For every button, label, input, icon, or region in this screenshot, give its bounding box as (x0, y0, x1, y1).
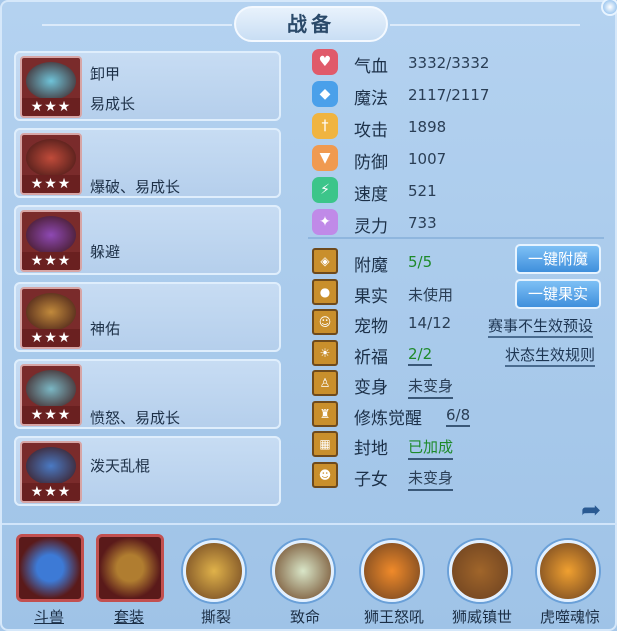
stat-name: 速度 (354, 185, 388, 205)
armor-icon: ▼ (312, 145, 338, 171)
equipment-art (26, 447, 76, 485)
enchant-icon: ◈ (312, 248, 338, 274)
equipment-art (26, 216, 76, 254)
status-rules-link[interactable]: 状态生效规则 (505, 344, 596, 367)
equipment-traits: 易成长 (90, 95, 136, 113)
feature-value[interactable]: 已加成 (408, 436, 454, 460)
star-rating: ★★★ (22, 329, 80, 347)
stat-name: 魔法 (354, 89, 388, 109)
stat-value: 1898 (408, 118, 447, 136)
skill-5-icon[interactable] (449, 540, 511, 602)
feature-value: 未使用 (408, 285, 454, 304)
equipment-icon: ★★★ (20, 210, 82, 272)
stat-name: 灵力 (354, 217, 388, 237)
equipment-icon: ★★★ (20, 287, 82, 349)
spirit-icon: ✦ (312, 209, 338, 235)
skill-label: 斗兽 (33, 608, 64, 626)
stat-value: 521 (408, 182, 437, 200)
skill-2-icon[interactable] (183, 540, 245, 602)
equipment-traits: 神佑 (90, 320, 121, 338)
skill-4-icon[interactable] (361, 540, 423, 602)
feature-name: 祈福 (354, 347, 388, 368)
tournament-preset-link[interactable]: 赛事不生效预设 (488, 315, 594, 338)
sword-icon: † (312, 113, 338, 139)
cultivation-icon: ♜ (312, 400, 338, 427)
stat-value: 733 (408, 214, 437, 232)
stats-divider (308, 237, 604, 239)
star-rating: ★★★ (22, 406, 80, 424)
feature-value[interactable]: 未变身 (408, 467, 454, 491)
feature-name: 子女 (354, 469, 388, 490)
blessing-icon: ☀ (312, 339, 338, 366)
stat-name: 攻击 (354, 121, 388, 141)
skill-label: 狮威镇世 (451, 608, 512, 626)
heart-icon: ♥ (312, 49, 338, 75)
skill-label: 套装 (113, 608, 144, 626)
star-rating: ★★★ (22, 175, 80, 193)
feature-name: 宠物 (354, 317, 388, 337)
equipment-slot[interactable]: ★★★ 神佑 (14, 282, 281, 352)
skill-1-icon[interactable] (96, 534, 164, 602)
skill-label: 致命 (289, 608, 320, 626)
equipment-traits: 躲避 (90, 243, 121, 261)
equipment-traits: 爆破、易成长 (90, 178, 181, 196)
skill-label: 撕裂 (200, 608, 231, 626)
equipment-art (26, 293, 76, 331)
feature-value[interactable]: 未变身 (408, 375, 454, 399)
share-icon[interactable]: ➦ (574, 496, 608, 524)
feature-value[interactable]: 2/2 (408, 345, 433, 366)
feature-name: 封地 (354, 439, 388, 459)
stat-name: 防御 (354, 153, 388, 173)
feature-name: 果实 (354, 286, 388, 307)
stat-value: 2117/2117 (408, 86, 490, 104)
speed-icon: ⚡ (312, 177, 338, 203)
equipment-art (26, 62, 76, 100)
title-divider-left (42, 24, 232, 26)
star-rating: ★★★ (22, 483, 80, 501)
star-rating: ★★★ (22, 252, 80, 270)
equipment-art (26, 139, 76, 177)
feature-value[interactable]: 6/8 (446, 406, 471, 427)
equipment-slot[interactable]: ★★★ 卸甲易成长 (14, 51, 281, 121)
skill-bar-divider (2, 523, 617, 525)
equipment-icon: ★★★ (20, 441, 82, 503)
pet-icon: ☺ (312, 309, 338, 335)
fief-icon: ▦ (312, 431, 338, 457)
page-title: 战备 (234, 6, 388, 42)
equipment-traits: 愤怒、易成长 (90, 409, 181, 427)
feature-value: 5/5 (408, 253, 433, 271)
equipment-icon: ★★★ (20, 133, 82, 195)
transform-icon: ♙ (312, 370, 338, 396)
equipment-slot[interactable]: ★★★ 躲避 (14, 205, 281, 275)
stat-name: 气血 (354, 57, 388, 77)
title-divider-right (390, 24, 580, 26)
feature-name: 变身 (354, 378, 388, 398)
one-click-fruit-button[interactable]: 一键果实 (515, 279, 601, 309)
feature-name: 修炼觉醒 (354, 408, 422, 429)
skill-0-icon[interactable] (16, 534, 84, 602)
battle-prep-panel: 战备 ★★★ 卸甲 易成长 ★★★ 爆破、易成长 ★★★ 躲避 ★★★ 神佑 ★★★ 愤怒、易成长 ★… (0, 0, 617, 631)
stat-value: 1007 (408, 150, 447, 168)
equipment-slot[interactable]: ★★★ 泼天乱棍 (14, 436, 281, 506)
equipment-name: 泼天乱棍 (90, 457, 151, 475)
feature-name: 附魔 (354, 256, 388, 276)
equipment-art (26, 370, 76, 408)
skill-label: 狮王怒吼 (363, 608, 424, 626)
equipment-icon: ★★★ (20, 364, 82, 426)
corner-gem-icon (601, 0, 617, 16)
star-rating: ★★★ (22, 98, 80, 116)
skill-3-icon[interactable] (272, 540, 334, 602)
feature-value: 14/12 (408, 314, 452, 332)
one-click-enchant-button[interactable]: 一键附魔 (515, 244, 601, 274)
fruit-icon: ● (312, 278, 338, 305)
equipment-slot[interactable]: ★★★ 愤怒、易成长 (14, 359, 281, 429)
stat-value: 3332/3332 (408, 54, 490, 72)
skill-label: 虎噬魂惊 (539, 608, 600, 626)
equipment-name: 卸甲 (90, 65, 121, 83)
mana-shield-icon: ◆ (312, 81, 338, 107)
equipment-icon: ★★★ (20, 56, 82, 118)
equipment-slot[interactable]: ★★★ 爆破、易成长 (14, 128, 281, 198)
skill-6-icon[interactable] (537, 540, 599, 602)
child-icon: ☻ (312, 461, 338, 488)
